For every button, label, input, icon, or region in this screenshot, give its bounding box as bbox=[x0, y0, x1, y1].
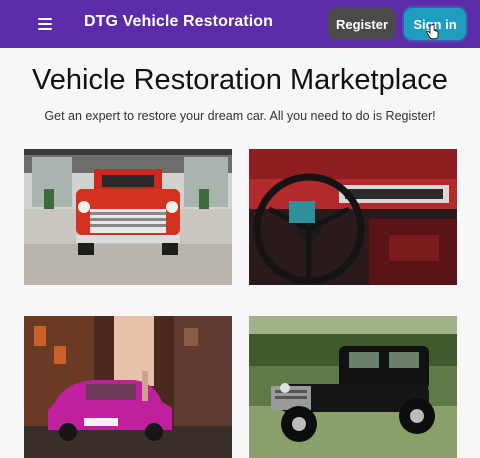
register-button[interactable]: Register bbox=[328, 8, 396, 40]
black-hot-rod-photo[interactable] bbox=[249, 316, 457, 458]
pink-classic-car-street-photo[interactable] bbox=[24, 316, 232, 458]
main-content: Vehicle Restoration Marketplace Get an e… bbox=[0, 48, 480, 458]
page-title: Vehicle Restoration Marketplace bbox=[32, 64, 448, 96]
menu-icon[interactable] bbox=[34, 14, 56, 34]
red-pickup-truck-photo[interactable] bbox=[24, 149, 232, 285]
app-bar: DTG Vehicle Restoration Register Sign in bbox=[0, 0, 480, 48]
brand-title[interactable]: DTG Vehicle Restoration bbox=[84, 13, 273, 31]
red-dashboard-interior-photo[interactable] bbox=[249, 149, 457, 285]
page-subtitle: Get an expert to restore your dream car.… bbox=[44, 109, 436, 123]
hand-cursor-icon bbox=[426, 24, 439, 40]
